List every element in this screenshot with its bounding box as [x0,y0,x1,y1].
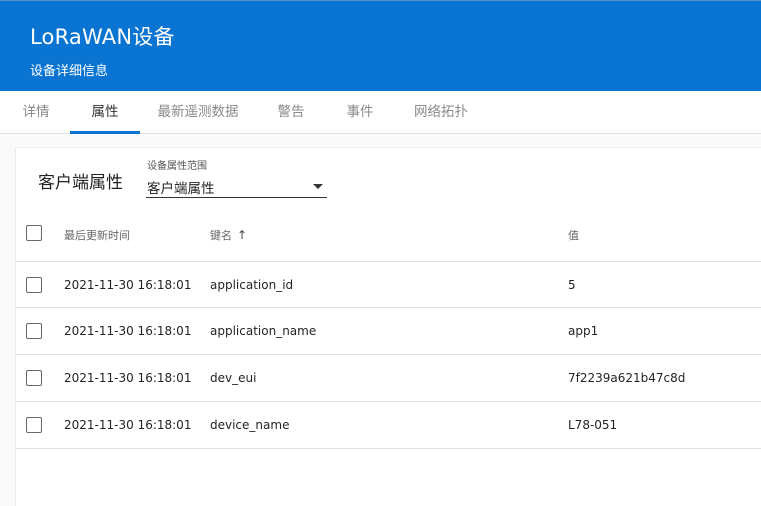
column-header-last-update[interactable]: 最后更新时间 [64,227,130,243]
select-underline [146,197,327,198]
tab-events[interactable]: 事件 [337,91,383,134]
page-subtitle: 设备详细信息 [30,64,109,79]
table-row[interactable]: 2021-11-30 16:18:01 application_id 5 [16,261,761,308]
cell-value: 7f2239a621b47c8d [568,371,686,385]
cell-last-update: 2021-11-30 16:18:01 [64,418,192,432]
row-checkbox[interactable] [26,370,42,386]
table-bottom-divider [16,448,761,449]
row-checkbox[interactable] [26,323,42,339]
row-checkbox[interactable] [26,417,42,433]
cell-last-update: 2021-11-30 16:18:01 [64,278,192,292]
column-header-value[interactable]: 值 [568,227,579,243]
tab-bar: 详情 属性 最新遥测数据 警告 事件 网络拓扑 [0,91,761,134]
page-header: LoRaWAN设备 设备详细信息 [0,0,761,91]
cell-key: application_id [210,278,294,292]
cell-value: L78-051 [568,418,618,432]
cell-key: application_name [210,324,317,338]
attribute-scope-select[interactable]: 设备属性范围 客户端属性 [146,157,327,199]
cell-key: dev_eui [210,371,257,385]
active-tab-indicator [70,131,140,134]
tab-details[interactable]: 详情 [14,91,58,134]
cell-last-update: 2021-11-30 16:18:01 [64,324,192,338]
attribute-scope-value: 客户端属性 [147,181,215,197]
page-title: LoRaWAN设备 [30,25,175,49]
arrow-up-icon: ↑ [237,228,248,242]
select-all-checkbox[interactable] [26,225,42,241]
cell-value: 5 [568,278,576,292]
row-checkbox[interactable] [26,277,42,293]
column-header-key[interactable]: 键名 ↑ [210,227,247,243]
table-row[interactable]: 2021-11-30 16:18:01 application_name app… [16,307,761,354]
attribute-scope-label: 设备属性范围 [147,161,207,172]
cell-key: device_name [210,418,290,432]
table-row[interactable]: 2021-11-30 16:18:01 dev_eui 7f2239a621b4… [16,354,761,401]
tab-alarms[interactable]: 警告 [268,91,314,134]
dropdown-arrow-icon [313,184,323,189]
column-header-key-label: 键名 [210,229,232,242]
tab-latest-telemetry[interactable]: 最新遥测数据 [153,91,243,134]
table-row[interactable]: 2021-11-30 16:18:01 device_name L78-051 [16,401,761,448]
tab-network-topology[interactable]: 网络拓扑 [408,91,474,134]
cell-value: app1 [568,324,599,338]
cell-last-update: 2021-11-30 16:18:01 [64,371,192,385]
tab-attributes[interactable]: 属性 [70,91,140,134]
attributes-title: 客户端属性 [38,173,123,193]
attributes-card: 客户端属性 设备属性范围 客户端属性 最后更新时间 键名 ↑ 值 2021-11-… [15,147,761,506]
